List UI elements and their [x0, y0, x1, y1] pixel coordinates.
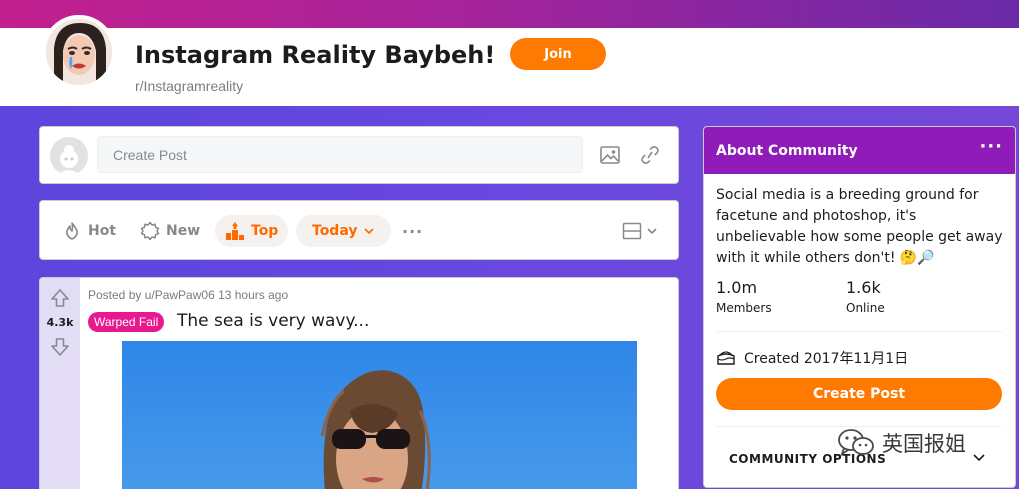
community-avatar — [42, 15, 116, 89]
cake-icon — [717, 351, 735, 365]
community-description: Social media is a breeding ground for fa… — [716, 187, 1003, 266]
about-community-header: About Community ··· — [704, 127, 1015, 174]
user-avatar-icon[interactable] — [50, 137, 88, 175]
time-filter-label: Today — [312, 223, 358, 239]
sort-hot-label: Hot — [88, 223, 117, 239]
post-flair[interactable]: Warped Fail — [88, 312, 165, 332]
join-button[interactable]: Join — [510, 38, 606, 70]
members-label: Members — [716, 301, 772, 315]
sparkle-badge-icon — [140, 221, 160, 241]
watermark: 英国报姐 — [836, 428, 966, 458]
flame-icon — [66, 222, 78, 240]
chevron-down-icon — [364, 228, 375, 235]
community-title: Instagram Reality Baybeh! — [135, 41, 496, 69]
sort-bar: Hot New Top Today ··· — [39, 200, 679, 260]
podium-icon — [226, 222, 244, 240]
post-card[interactable]: 4.3k Posted by u/PawPaw06 13 hours ago W… — [39, 277, 679, 489]
created-date: Created 2017年11月1日 — [744, 351, 909, 367]
online-count: 1.6k — [846, 278, 881, 297]
sort-new-label: New — [166, 223, 201, 239]
chevron-down-icon[interactable] — [972, 450, 986, 464]
vote-column: 4.3k — [40, 278, 80, 489]
upvote-arrow-icon[interactable] — [50, 288, 70, 308]
time-filter-dropdown[interactable]: Today — [296, 215, 392, 247]
members-count: 1.0m — [716, 278, 758, 297]
vote-count: 4.3k — [46, 316, 74, 329]
community-header: Instagram Reality Baybeh! r/Instagramrea… — [0, 15, 1019, 106]
community-banner — [0, 0, 1019, 28]
downvote-arrow-icon[interactable] — [50, 337, 70, 357]
create-post-bar — [39, 126, 679, 184]
wechat-logo-icon — [838, 429, 874, 457]
online-label: Online — [846, 301, 885, 315]
community-subreddit-name: r/Instagramreality — [135, 78, 244, 94]
create-post-button[interactable]: Create Post — [716, 378, 1002, 410]
create-post-input[interactable] — [97, 136, 583, 173]
post-meta[interactable]: Posted by u/PawPaw06 13 hours ago — [88, 288, 288, 302]
post-title[interactable]: The sea is very wavy... — [177, 311, 369, 331]
more-sort-options[interactable]: ··· — [392, 215, 433, 247]
image-upload-icon[interactable] — [596, 141, 624, 169]
sort-top[interactable]: Top — [215, 215, 289, 247]
chevron-down-icon — [647, 228, 657, 235]
sort-new[interactable]: New — [130, 215, 210, 247]
divider — [716, 331, 1002, 332]
about-community-title: About Community — [716, 143, 858, 159]
link-icon[interactable] — [636, 141, 664, 169]
watermark-text: 英国报姐 — [882, 432, 966, 456]
view-layout-toggle[interactable] — [612, 215, 668, 247]
post-image[interactable] — [122, 341, 637, 489]
about-more-options[interactable]: ··· — [979, 136, 1003, 157]
sort-hot[interactable]: Hot — [52, 215, 126, 247]
card-layout-icon — [622, 222, 642, 240]
divider — [716, 426, 1002, 427]
sort-top-label: Top — [251, 223, 279, 239]
